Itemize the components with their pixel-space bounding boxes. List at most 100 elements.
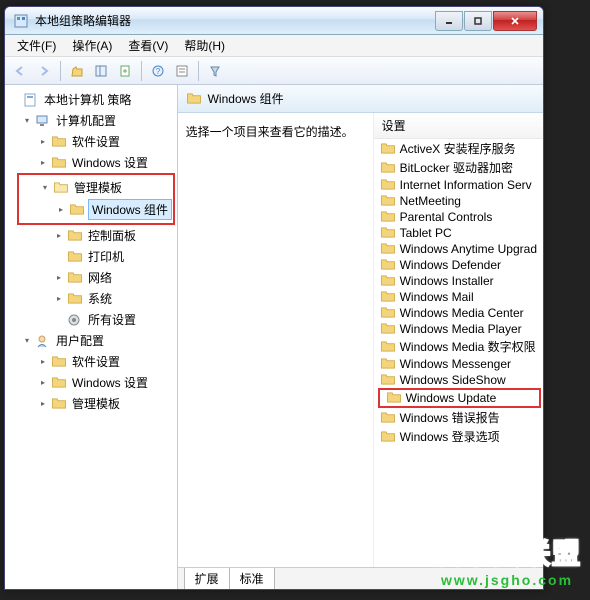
maximize-button[interactable] [464,11,492,31]
list-item[interactable]: Windows SideShow [374,372,543,388]
list-item-label: Windows 登录选项 [400,428,500,445]
tree-user-admin[interactable]: ▸ 管理模板 [7,393,175,414]
list-column[interactable]: 设置 ActiveX 安装程序服务BitLocker 驱动器加密Internet… [374,113,543,567]
menu-view[interactable]: 查看(V) [120,35,176,56]
list-item[interactable]: Windows Media Player [374,321,543,337]
detail-pane: Windows 组件 选择一个项目来查看它的描述。 设置 ActiveX 安装程… [178,85,543,589]
tree-system[interactable]: ▸ 系统 [7,288,175,309]
detail-header: Windows 组件 [178,85,543,113]
expand-icon[interactable]: ▸ [53,272,65,284]
folder-icon [67,250,83,264]
tree-control-panel[interactable]: ▸ 控制面板 [7,225,175,246]
list-item[interactable]: Windows Media 数字权限 [374,337,543,356]
list-item[interactable]: Windows Defender [374,257,543,273]
expand-icon[interactable]: ▸ [37,157,49,169]
collapse-icon[interactable]: ▾ [39,182,51,194]
expand-icon[interactable]: ▸ [37,356,49,368]
menu-action[interactable]: 操作(A) [64,35,120,56]
collapse-icon[interactable]: ▾ [21,335,33,347]
tree-admin-templates[interactable]: ▾ 管理模板 [19,177,173,198]
folder-icon [380,142,396,156]
list-item-label: ActiveX 安装程序服务 [400,140,516,157]
list-item[interactable]: ActiveX 安装程序服务 [374,139,543,158]
list-item[interactable]: Windows Anytime Upgrad [374,241,543,257]
menu-help[interactable]: 帮助(H) [176,35,233,56]
list-item-label: Windows 错误报告 [400,409,500,426]
tree-printers[interactable]: 打印机 [7,246,175,267]
minimize-button[interactable] [435,11,463,31]
list-item[interactable]: Parental Controls [374,209,543,225]
tree-network[interactable]: ▸ 网络 [7,267,175,288]
expand-icon[interactable]: ▸ [53,293,65,305]
tree-windows-settings[interactable]: ▸ Windows 设置 [7,152,175,173]
folder-icon [380,210,396,224]
separator [198,61,199,81]
list-item-label: NetMeeting [400,194,461,208]
settings-icon [67,313,83,327]
back-button[interactable] [9,60,31,82]
expand-icon[interactable]: ▸ [55,204,67,216]
properties-button[interactable] [171,60,193,82]
list-item[interactable]: Windows Mail [374,289,543,305]
tree-user-windows[interactable]: ▸ Windows 设置 [7,372,175,393]
window-title: 本地组策略编辑器 [35,12,435,29]
list-item[interactable]: Internet Information Serv [374,177,543,193]
app-window: 本地组策略编辑器 文件(F) 操作(A) 查看(V) 帮助(H) ? [4,6,544,590]
list-item[interactable]: Windows 登录选项 [374,427,543,446]
expand-icon[interactable]: ▸ [37,136,49,148]
tree-label-selected: Windows 组件 [88,199,172,220]
list-item[interactable]: BitLocker 驱动器加密 [374,158,543,177]
folder-icon [69,203,85,217]
tabs: 扩展 标准 [178,567,543,589]
folder-icon [51,156,67,170]
tree-root[interactable]: 本地计算机 策略 [7,89,175,110]
tree-all-settings[interactable]: 所有设置 [7,309,175,330]
tree-label: 软件设置 [70,132,122,151]
export-button[interactable] [114,60,136,82]
tree-user-config[interactable]: ▾ 用户配置 [7,330,175,351]
titlebar[interactable]: 本地组策略编辑器 [5,7,543,35]
folder-icon [386,391,402,405]
list-item[interactable]: Windows 错误报告 [374,408,543,427]
list-item[interactable]: Windows Update [378,388,541,408]
user-icon [35,334,51,348]
list-item-label: Windows Media 数字权限 [400,338,536,355]
svg-text:?: ? [156,67,161,76]
list-item[interactable]: Windows Messenger [374,356,543,372]
show-tree-button[interactable] [90,60,112,82]
close-button[interactable] [493,11,537,31]
tree-label: 软件设置 [70,352,122,371]
expand-icon[interactable]: ▸ [53,230,65,242]
list-item-label: Windows SideShow [400,373,506,387]
policy-icon [23,93,39,107]
tab-standard[interactable]: 标准 [229,568,275,590]
forward-button[interactable] [33,60,55,82]
folder-icon [380,226,396,240]
tree-label: 网络 [86,268,114,287]
expand-icon[interactable]: ▸ [37,398,49,410]
folder-icon [51,355,67,369]
tree-pane[interactable]: 本地计算机 策略 ▾ 计算机配置 ▸ 软件设置 ▸ Windows 设置 ▾ [5,85,178,589]
list-item-label: Windows Mail [400,290,474,304]
tree-software-settings[interactable]: ▸ 软件设置 [7,131,175,152]
tree-label: 本地计算机 策略 [42,90,133,109]
up-button[interactable] [66,60,88,82]
column-header-settings[interactable]: 设置 [374,113,543,139]
expand-icon[interactable]: ▸ [37,377,49,389]
list-item-label: Windows Media Center [400,306,524,320]
help-button[interactable]: ? [147,60,169,82]
list-item[interactable]: Tablet PC [374,225,543,241]
tree-user-software[interactable]: ▸ 软件设置 [7,351,175,372]
list-item[interactable]: Windows Installer [374,273,543,289]
folder-icon [380,340,396,354]
filter-button[interactable] [204,60,226,82]
tree-label: Windows 设置 [70,153,150,172]
list-item[interactable]: NetMeeting [374,193,543,209]
menu-file[interactable]: 文件(F) [9,35,64,56]
tree-windows-components[interactable]: ▸ Windows 组件 [19,198,173,221]
collapse-icon[interactable]: ▾ [21,115,33,127]
tree-computer-config[interactable]: ▾ 计算机配置 [7,110,175,131]
list-item[interactable]: Windows Media Center [374,305,543,321]
content-area: 本地计算机 策略 ▾ 计算机配置 ▸ 软件设置 ▸ Windows 设置 ▾ [5,85,543,589]
tab-extended[interactable]: 扩展 [184,568,230,590]
